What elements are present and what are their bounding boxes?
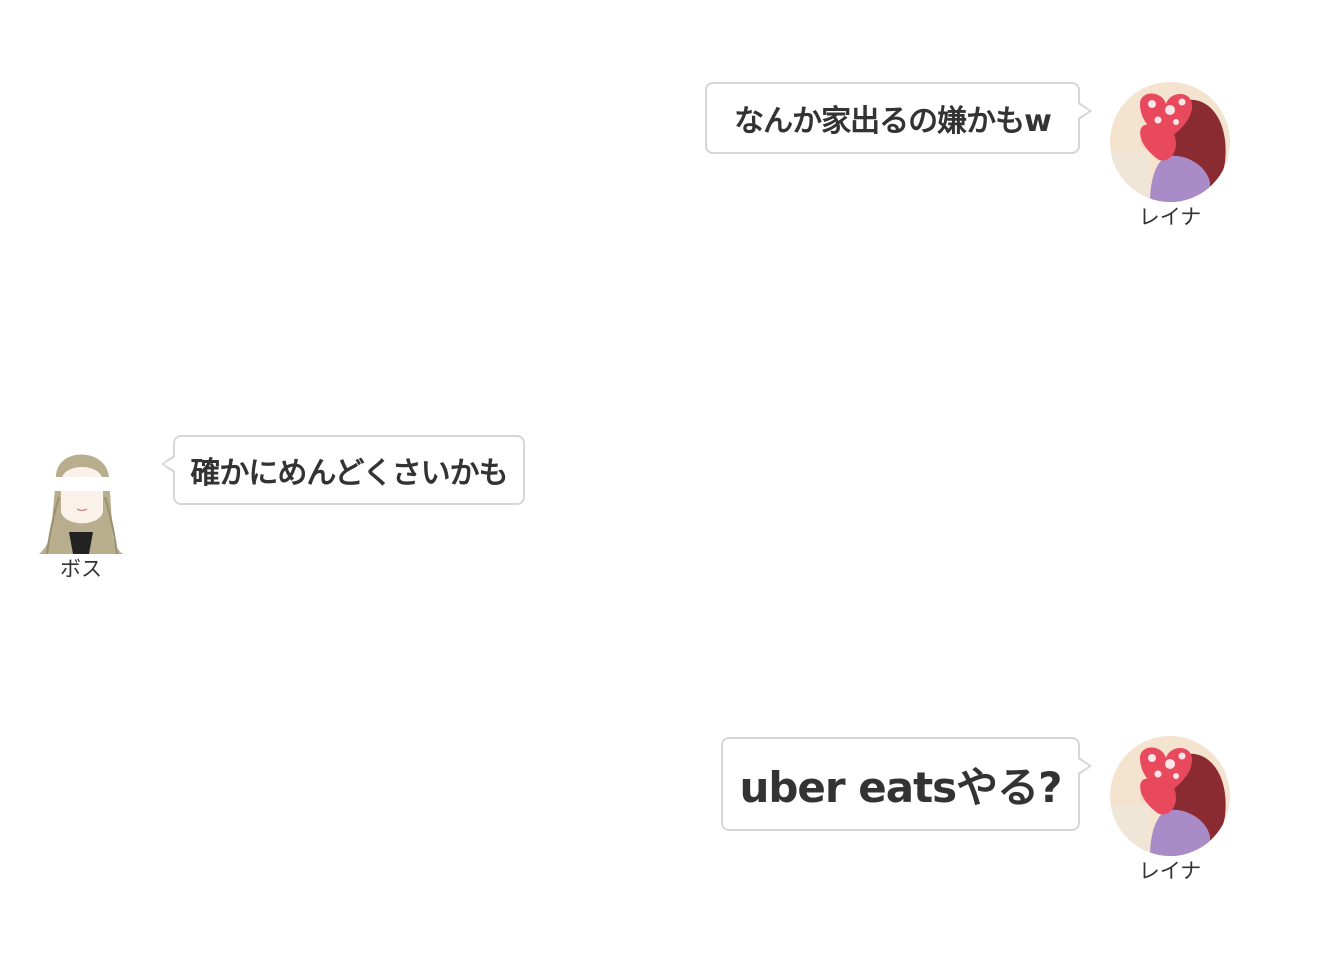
reina-avatar — [1110, 736, 1230, 856]
heart-sticker-icon — [1110, 736, 1230, 856]
message-bubble: uber eatsやる? — [721, 737, 1092, 831]
illustrated-woman-icon — [21, 437, 141, 554]
message-text: uber eatsやる? — [739, 762, 1062, 812]
speaker-name: ボス — [60, 557, 102, 581]
message-bubble: 確かにめんどくさいかも — [161, 435, 525, 505]
speaker-reina: レイナ — [1109, 82, 1231, 230]
speaker-name: レイナ — [1138, 205, 1202, 229]
chat-log: なんか家出るの嫌かもw レイナ ボス 確かにめんどくさいかも uber eats… — [0, 0, 1335, 957]
boss-avatar — [21, 437, 141, 554]
reina-avatar — [1110, 82, 1230, 202]
message-text: 確かにめんどくさいかも — [190, 456, 508, 491]
heart-sticker-icon — [1110, 82, 1230, 202]
speaker-name: レイナ — [1138, 859, 1202, 883]
speaker-boss: ボス — [20, 437, 142, 582]
message-text: なんか家出るの嫌かもw — [734, 104, 1052, 139]
message-bubble: なんか家出るの嫌かもw — [705, 82, 1092, 154]
speaker-reina: レイナ — [1109, 736, 1231, 884]
